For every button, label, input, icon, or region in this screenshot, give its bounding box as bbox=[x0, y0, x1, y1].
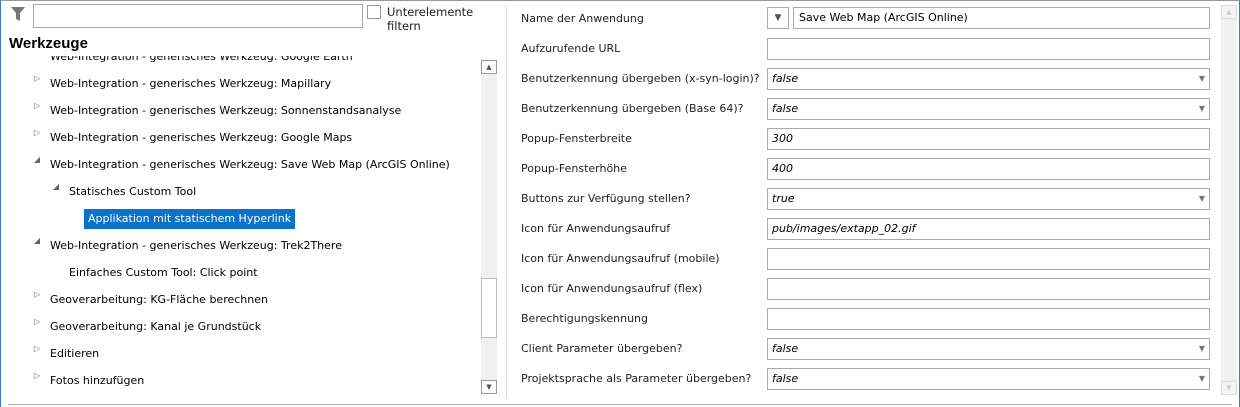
property-label: Icon für Anwendungsaufruf (flex) bbox=[521, 282, 703, 295]
tree-item[interactable]: Web-Integration - generisches Werkzeug: … bbox=[50, 236, 342, 256]
property-label: Berechtigungskennung bbox=[521, 312, 649, 325]
expanded-arrow-icon[interactable]: ◢ bbox=[32, 236, 42, 256]
property-select[interactable]: false ▼ bbox=[767, 338, 1210, 360]
tree-item[interactable]: Web-Integration - generisches Werkzeug: … bbox=[50, 128, 352, 148]
property-label: Popup-Fensterbreite bbox=[521, 132, 632, 145]
name-dropdown-button[interactable]: ▼ bbox=[767, 7, 789, 29]
property-select[interactable]: true ▼ bbox=[767, 188, 1210, 210]
properties-scroll-down[interactable]: ▼ bbox=[1221, 381, 1237, 395]
property-label: Projektsprache als Parameter übergeben? bbox=[521, 372, 752, 385]
collapsed-arrow-icon[interactable]: ▷ bbox=[32, 101, 42, 121]
property-value: false bbox=[772, 102, 799, 115]
property-label: Aufzurufende URL bbox=[521, 42, 621, 55]
properties-scroll-up[interactable]: ▲ bbox=[1221, 5, 1237, 19]
collapsed-arrow-icon[interactable]: ▷ bbox=[32, 290, 42, 310]
properties-scrollbar[interactable]: ▲ ▼ bbox=[1221, 5, 1237, 395]
property-label: Benutzerkennung übergeben (x-syn-login)? bbox=[521, 72, 760, 85]
property-select[interactable]: false ▼ bbox=[767, 68, 1210, 90]
tree-item[interactable]: Web-Integration - generisches Werkzeug: … bbox=[50, 101, 401, 121]
property-input[interactable] bbox=[767, 278, 1210, 300]
scroll-up-button[interactable]: ▲ bbox=[481, 60, 497, 74]
bottom-divider bbox=[8, 404, 1232, 405]
property-input[interactable]: 300 bbox=[767, 128, 1210, 150]
tree-item[interactable]: Geoverarbeitung: KG-Fläche berechnen bbox=[50, 290, 268, 310]
tree-item[interactable]: Einfaches Custom Tool: Click point bbox=[69, 263, 258, 283]
scroll-thumb[interactable] bbox=[481, 278, 497, 338]
property-label: Benutzerkennung übergeben (Base 64)? bbox=[521, 102, 744, 115]
chevron-down-icon[interactable]: ▼ bbox=[1199, 369, 1205, 389]
properties-panel: ▲ ▼ Name der Anwendung ▼ Save Web Map (Arc… bbox=[507, 0, 1240, 400]
chevron-down-icon[interactable]: ▼ bbox=[1199, 339, 1205, 359]
tools-tree: ▷ Web-Integration - generisches Werkzeug:… bbox=[0, 56, 478, 396]
property-value: false bbox=[772, 72, 799, 85]
property-value: pub/images/extapp_02.gif bbox=[772, 222, 916, 235]
tree-title: Werkzeuge bbox=[9, 35, 88, 52]
tree-item[interactable]: Applikation mit statischem Hyperlink bbox=[84, 209, 296, 229]
property-input[interactable]: pub/images/extapp_02.gif bbox=[767, 218, 1210, 240]
property-value: true bbox=[772, 192, 795, 205]
filter-icon[interactable] bbox=[10, 6, 26, 22]
tree-panel: Unterelemente filtern Werkzeuge ▷ Web-Int… bbox=[0, 0, 505, 400]
property-value: 400 bbox=[772, 162, 793, 175]
collapsed-arrow-icon[interactable]: ▷ bbox=[32, 128, 42, 148]
property-input[interactable] bbox=[767, 38, 1210, 60]
property-input[interactable] bbox=[767, 308, 1210, 330]
property-input[interactable]: 400 bbox=[767, 158, 1210, 180]
collapsed-arrow-icon[interactable]: ▷ bbox=[32, 56, 42, 67]
property-value: 300 bbox=[772, 132, 793, 145]
collapsed-arrow-icon[interactable]: ▷ bbox=[32, 317, 42, 337]
subelements-filter-checkbox[interactable] bbox=[367, 5, 381, 19]
tree-item[interactable]: Statisches Custom Tool bbox=[69, 182, 196, 202]
chevron-down-icon[interactable]: ▼ bbox=[1199, 69, 1205, 89]
tree-item[interactable]: Web-Integration - generisches Werkzeug: … bbox=[50, 56, 353, 67]
chevron-down-icon[interactable]: ▼ bbox=[1199, 99, 1205, 119]
tree-item[interactable]: Fotos hinzufügen bbox=[50, 371, 144, 391]
chevron-down-icon[interactable]: ▼ bbox=[1199, 189, 1205, 209]
property-input[interactable] bbox=[767, 248, 1210, 270]
property-label: Name der Anwendung bbox=[521, 12, 644, 25]
property-label: Buttons zur Verfügung stellen? bbox=[521, 192, 691, 205]
name-field[interactable]: Save Web Map (ArcGIS Online) bbox=[793, 7, 1210, 29]
collapsed-arrow-icon[interactable]: ▷ bbox=[32, 344, 42, 364]
tree-item[interactable]: Web-Integration - generisches Werkzeug: … bbox=[50, 155, 450, 175]
property-select[interactable]: false ▼ bbox=[767, 368, 1210, 390]
property-value: false bbox=[772, 342, 799, 355]
expanded-arrow-icon[interactable]: ◢ bbox=[32, 155, 42, 175]
expanded-arrow-icon[interactable]: ◢ bbox=[51, 182, 61, 202]
property-select[interactable]: false ▼ bbox=[767, 98, 1210, 120]
tree-item[interactable]: Geoverarbeitung: Kanal je Grundstück bbox=[50, 317, 261, 337]
property-label: Icon für Anwendungsaufruf (mobile) bbox=[521, 252, 720, 265]
collapsed-arrow-icon[interactable]: ▷ bbox=[32, 74, 42, 94]
property-label: Icon für Anwendungsaufruf bbox=[521, 222, 671, 235]
property-label: Popup-Fensterhöhe bbox=[521, 162, 627, 175]
tree-item[interactable]: Web-Integration - generisches Werkzeug: … bbox=[50, 74, 331, 94]
collapsed-arrow-icon[interactable]: ▷ bbox=[32, 371, 42, 391]
tree-item[interactable]: Editieren bbox=[50, 344, 99, 364]
subelements-filter-label: Unterelemente filtern bbox=[387, 5, 474, 33]
filter-search-input[interactable] bbox=[33, 4, 363, 28]
property-value: false bbox=[772, 372, 799, 385]
property-label: Client Parameter übergeben? bbox=[521, 342, 683, 355]
scroll-down-button[interactable]: ▼ bbox=[481, 380, 497, 394]
tree-scrollbar[interactable]: ▲ ▼ bbox=[481, 60, 497, 394]
